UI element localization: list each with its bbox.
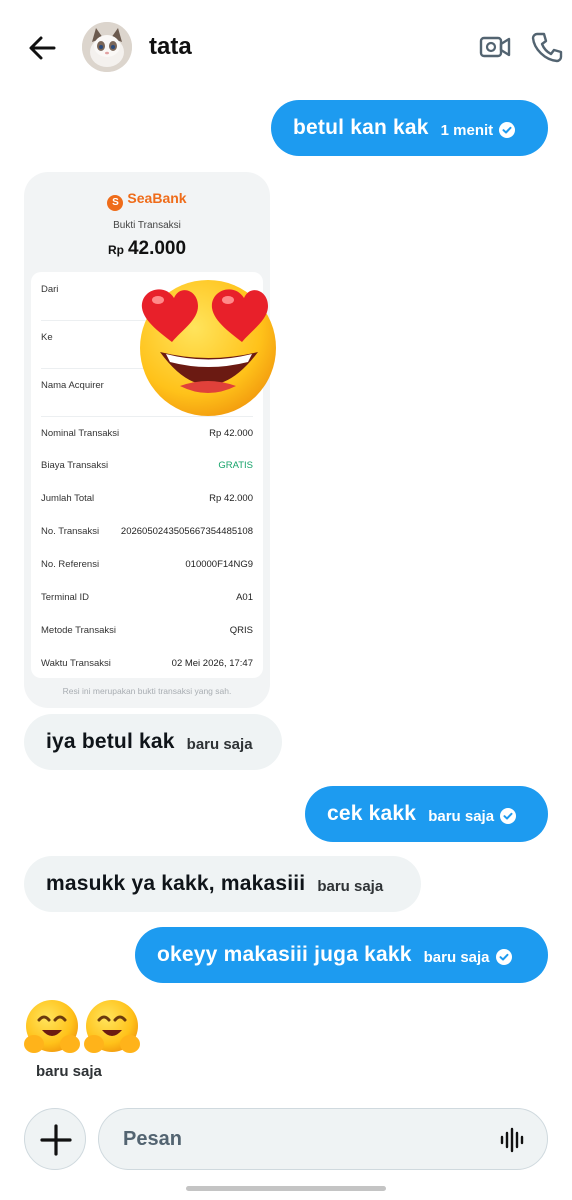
row-value: QRIS: [229, 625, 253, 636]
heart-eyes-emoji: [140, 280, 276, 416]
receipt-row: Nominal Transaksi Rp 42.000: [41, 428, 253, 439]
row-label: Nama Acquirer: [41, 380, 104, 391]
message-timestamp: baru saja: [428, 807, 495, 825]
chat-header: tata: [0, 0, 572, 96]
receipt-row: No. Referensi 010000F14NG9: [41, 559, 253, 570]
avatar[interactable]: [82, 22, 132, 72]
receipt-row: Jumlah Total Rp 42.000: [41, 493, 253, 504]
message-bubble-outgoing[interactable]: okeyy makasiii juga kakk baru saja: [135, 927, 548, 983]
seabank-brand-text: SeaBank: [127, 190, 187, 206]
message-bubble-outgoing[interactable]: betul kan kak 1 menit: [271, 100, 548, 156]
row-label: Biaya Transaksi: [41, 460, 109, 471]
message-bubble-incoming[interactable]: masukk ya kakk, makasiii baru saja: [24, 856, 421, 912]
message-timestamp: baru saja: [423, 948, 490, 966]
row-value: GRATIS: [218, 460, 253, 471]
row-label: Dari: [41, 284, 59, 295]
message-bubble-outgoing[interactable]: cek kakk baru saja: [305, 786, 548, 842]
currency-label: Rp: [107, 243, 124, 257]
receipt-row: No. Transaksi 20260502435056673544851​08: [41, 526, 253, 537]
message-bubble-incoming[interactable]: iya betul kak baru saja: [24, 714, 282, 770]
seabank-coin-icon: S: [107, 195, 124, 211]
row-value: A01: [236, 592, 253, 603]
row-label: Metode Transaksi: [41, 625, 116, 636]
message-input-placeholder: Pesan: [123, 1128, 182, 1150]
phone-call-icon[interactable]: [530, 30, 564, 64]
row-value: Rp 42.000: [209, 493, 253, 504]
row-value: 20260502435056673544851​08: [120, 526, 253, 537]
video-call-icon[interactable]: [478, 30, 512, 64]
row-label: Waktu Transaksi: [41, 658, 111, 669]
row-label: No. Transaksi: [41, 526, 100, 537]
receipt-row: Terminal ID A01: [41, 592, 253, 603]
row-label: Jumlah Total: [41, 493, 95, 504]
receipt-image[interactable]: S SeaBank Bukti Transaksi Rp 42.000 Dari K…: [24, 172, 270, 708]
receipt-row: Metode Transaksi QRIS: [41, 625, 253, 636]
message-text: cek kakk: [327, 802, 417, 825]
receipt-amount: Rp 42.000: [24, 238, 270, 260]
cat-avatar-icon: [82, 22, 132, 72]
receipt-row: Biaya Transaksi GRATIS: [41, 460, 253, 471]
message-timestamp: baru saja: [36, 1063, 102, 1080]
add-attachment-button[interactable]: [24, 1108, 86, 1170]
row-value: 02 Mei 2026, 17:47: [171, 658, 253, 669]
plus-icon: [40, 1124, 72, 1156]
message-text: iya betul kak: [46, 730, 175, 753]
sent-check-icon: [500, 808, 517, 824]
message-timestamp: baru saja: [317, 877, 384, 895]
receipt-title: Bukti Transaksi: [113, 220, 181, 231]
row-label: Ke: [41, 332, 53, 343]
message-input[interactable]: Pesan: [98, 1108, 548, 1170]
row-label: Nominal Transaksi: [41, 428, 120, 439]
hugging-face-emoji[interactable]: [22, 998, 146, 1060]
message-timestamp: 1 menit: [440, 121, 494, 139]
message-text: okeyy makasiii juga kakk: [157, 943, 412, 966]
message-timestamp: baru saja: [186, 735, 253, 753]
sent-check-icon: [495, 949, 512, 965]
message-text: betul kan kak: [293, 116, 429, 139]
receipt-footnote: Resi ini merupakan bukti transaksi yang …: [62, 686, 232, 696]
amount-value: 42.000: [127, 238, 187, 259]
row-label: Terminal ID: [41, 592, 90, 603]
seabank-logo: S SeaBank: [24, 190, 270, 211]
sent-check-icon: [499, 122, 516, 138]
row-value: Rp 42.000: [209, 428, 253, 439]
receipt-row: Waktu Transaksi 02 Mei 2026, 17:47: [41, 658, 253, 669]
voice-wave-icon[interactable]: [499, 1127, 525, 1153]
back-arrow-icon[interactable]: [24, 30, 60, 66]
contact-name[interactable]: tata: [149, 33, 192, 61]
home-indicator[interactable]: [186, 1186, 386, 1191]
row-label: No. Referensi: [41, 559, 100, 570]
message-text: masukk ya kakk, makasiii: [46, 872, 306, 895]
row-value: 010000F14NG9: [185, 559, 253, 570]
